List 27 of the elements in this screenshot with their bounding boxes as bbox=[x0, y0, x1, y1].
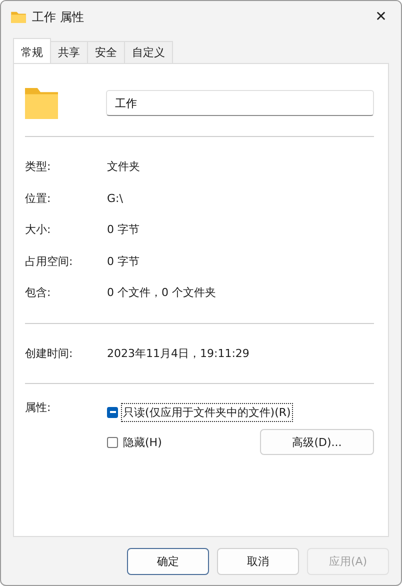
close-button[interactable]: ✕ bbox=[361, 1, 401, 33]
checkbox[interactable] bbox=[107, 406, 118, 418]
name-field[interactable]: 工作 bbox=[106, 90, 374, 116]
field-value: 0 字节 bbox=[107, 222, 140, 238]
field-value: 文件夹 bbox=[107, 159, 140, 174]
folder-icon bbox=[11, 11, 26, 23]
field-label: 类型: bbox=[25, 159, 52, 174]
field-label: 占用空间: bbox=[25, 254, 74, 269]
tab[interactable]: 常规 bbox=[13, 38, 51, 63]
field-label: 属性: bbox=[25, 400, 52, 415]
checkbox-label[interactable]: 隐藏(H) bbox=[121, 432, 164, 452]
advanced-button[interactable]: 高级(D)... bbox=[260, 429, 374, 455]
field-value: 2023年11月4日，19:11:29 bbox=[107, 346, 250, 361]
field-label: 大小: bbox=[25, 222, 52, 238]
window-title: 工作 属性 bbox=[32, 8, 85, 26]
field-value: 0 字节 bbox=[107, 254, 140, 269]
field-value: G:\ bbox=[107, 192, 123, 205]
checkbox[interactable] bbox=[107, 436, 118, 448]
folder-icon bbox=[25, 88, 58, 118]
tab[interactable]: 自定义 bbox=[124, 41, 173, 63]
field-label: 创建时间: bbox=[25, 346, 74, 361]
dialog-button[interactable]: 确定 bbox=[127, 548, 209, 575]
field-label: 包含: bbox=[25, 285, 52, 300]
field-value: 0 个文件，0 个文件夹 bbox=[107, 285, 216, 300]
checkbox-label[interactable]: 只读(仅应用于文件夹中的文件)(R) bbox=[121, 402, 293, 422]
dialog-button[interactable]: 取消 bbox=[217, 548, 299, 575]
field-label: 位置: bbox=[25, 190, 52, 206]
